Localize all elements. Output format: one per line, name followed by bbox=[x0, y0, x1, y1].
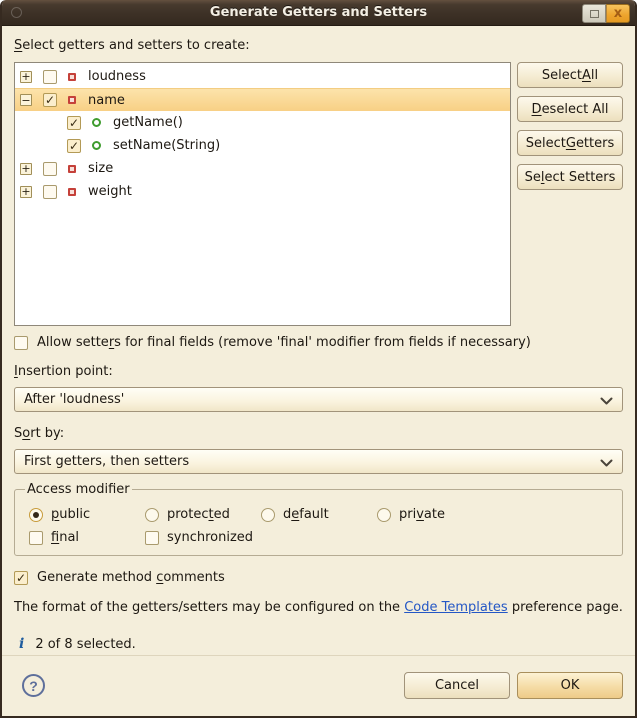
window-menu-icon[interactable] bbox=[11, 7, 22, 18]
radio-label: protected bbox=[167, 507, 230, 522]
radio-button-icon[interactable] bbox=[145, 508, 159, 522]
select-all-button[interactable]: Select All bbox=[517, 62, 623, 88]
maximize-icon bbox=[590, 10, 599, 18]
main-row: + loudness − ✓ name ✓ getName() bbox=[14, 62, 623, 326]
ok-button[interactable]: OK bbox=[517, 672, 623, 699]
tree-row-setname[interactable]: ✓ setName(String) bbox=[15, 134, 510, 157]
button-bar-separator bbox=[2, 655, 635, 656]
private-field-icon bbox=[68, 73, 76, 81]
generate-getters-setters-dialog: Generate Getters and Setters x Select ge… bbox=[0, 0, 637, 718]
checkbox-label: synchronized bbox=[167, 530, 253, 545]
tree-row-loudness[interactable]: + loudness bbox=[15, 65, 510, 88]
chevron-down-icon bbox=[600, 457, 613, 472]
tree-row-label: name bbox=[88, 93, 125, 108]
tree-row-weight[interactable]: + weight bbox=[15, 180, 510, 203]
final-checkbox-item[interactable]: final bbox=[29, 530, 145, 545]
sort-by-value: First getters, then setters bbox=[24, 454, 189, 469]
public-method-icon bbox=[92, 118, 101, 127]
tree-row-label: size bbox=[88, 161, 113, 176]
dialog-content: Select getters and setters to create: + … bbox=[2, 26, 635, 714]
synchronized-checkbox[interactable] bbox=[145, 531, 159, 545]
insertion-point-combo[interactable]: After 'loudness' bbox=[14, 387, 623, 412]
allow-setters-label: Allow setters for final fields (remove '… bbox=[37, 335, 531, 350]
radio-private[interactable]: private bbox=[377, 507, 445, 522]
titlebar: Generate Getters and Setters x bbox=[2, 0, 635, 26]
radio-button-icon[interactable] bbox=[261, 508, 275, 522]
radio-label: private bbox=[399, 507, 445, 522]
select-getters-button[interactable]: Select Getters bbox=[517, 130, 623, 156]
format-hint-prefix: The format of the getters/setters may be… bbox=[14, 600, 404, 615]
tree-row-label: loudness bbox=[88, 69, 146, 84]
side-button-column: Select All Deselect All Select Getters S… bbox=[517, 62, 623, 326]
insertion-point-value: After 'loudness' bbox=[24, 392, 124, 407]
collapse-icon[interactable]: − bbox=[20, 94, 32, 106]
loudness-checkbox[interactable] bbox=[43, 70, 57, 84]
close-icon: x bbox=[614, 7, 622, 20]
weight-checkbox[interactable] bbox=[43, 185, 57, 199]
radio-row: public protected default private bbox=[29, 507, 608, 522]
close-button[interactable]: x bbox=[606, 4, 630, 23]
radio-label: public bbox=[51, 507, 90, 522]
getname-checkbox[interactable]: ✓ bbox=[67, 116, 81, 130]
private-field-icon bbox=[68, 188, 76, 196]
tree-row-getname[interactable]: ✓ getName() bbox=[15, 111, 510, 134]
modifier-checkbox-row: final synchronized bbox=[29, 530, 608, 545]
radio-button-icon[interactable] bbox=[29, 508, 43, 522]
code-templates-link[interactable]: Code Templates bbox=[404, 600, 508, 615]
generate-comments-row[interactable]: ✓ Generate method comments bbox=[14, 570, 623, 585]
radio-button-icon[interactable] bbox=[377, 508, 391, 522]
allow-setters-row[interactable]: Allow setters for final fields (remove '… bbox=[14, 335, 623, 350]
cancel-button[interactable]: Cancel bbox=[404, 672, 510, 699]
help-button[interactable]: ? bbox=[22, 674, 45, 697]
name-checkbox[interactable]: ✓ bbox=[43, 93, 57, 107]
radio-default[interactable]: default bbox=[261, 507, 377, 522]
tree-row-name[interactable]: − ✓ name bbox=[15, 88, 510, 111]
deselect-all-button[interactable]: Deselect All bbox=[517, 96, 623, 122]
sort-by-label: Sort by: bbox=[14, 426, 623, 441]
status-text: 2 of 8 selected. bbox=[35, 637, 135, 652]
tree-row-label: setName(String) bbox=[113, 138, 220, 153]
synchronized-checkbox-item[interactable]: synchronized bbox=[145, 530, 253, 545]
size-checkbox[interactable] bbox=[43, 162, 57, 176]
setname-checkbox[interactable]: ✓ bbox=[67, 139, 81, 153]
button-bar: ? Cancel OK bbox=[14, 672, 623, 699]
chevron-down-icon bbox=[600, 395, 613, 410]
maximize-button[interactable] bbox=[582, 4, 606, 23]
allow-setters-checkbox[interactable] bbox=[14, 336, 28, 350]
select-setters-button[interactable]: Select Setters bbox=[517, 164, 623, 190]
generate-comments-checkbox[interactable]: ✓ bbox=[14, 571, 28, 585]
sort-by-combo[interactable]: First getters, then setters bbox=[14, 449, 623, 474]
expand-icon[interactable]: + bbox=[20, 186, 32, 198]
select-prompt-label: Select getters and setters to create: bbox=[14, 38, 623, 53]
radio-label: default bbox=[283, 507, 329, 522]
format-hint-text: The format of the getters/setters may be… bbox=[14, 600, 623, 615]
private-field-icon bbox=[68, 165, 76, 173]
window-title: Generate Getters and Setters bbox=[210, 5, 427, 20]
expand-icon[interactable]: + bbox=[20, 163, 32, 175]
info-icon: i bbox=[19, 636, 24, 652]
checkbox-label: final bbox=[51, 530, 79, 545]
member-tree[interactable]: + loudness − ✓ name ✓ getName() bbox=[14, 62, 511, 326]
tree-row-size[interactable]: + size bbox=[15, 157, 510, 180]
insertion-point-label: Insertion point: bbox=[14, 364, 623, 379]
access-modifier-group: Access modifier public protected default… bbox=[14, 482, 623, 556]
format-hint-suffix: preference page. bbox=[508, 600, 623, 615]
private-field-icon bbox=[68, 96, 76, 104]
access-modifier-legend: Access modifier bbox=[25, 482, 132, 497]
tree-row-label: getName() bbox=[113, 115, 183, 130]
radio-public[interactable]: public bbox=[29, 507, 145, 522]
window-controls: x bbox=[582, 4, 630, 23]
radio-protected[interactable]: protected bbox=[145, 507, 261, 522]
expand-icon[interactable]: + bbox=[20, 71, 32, 83]
status-row: i 2 of 8 selected. bbox=[19, 636, 623, 652]
generate-comments-label: Generate method comments bbox=[37, 570, 225, 585]
final-checkbox[interactable] bbox=[29, 531, 43, 545]
tree-row-label: weight bbox=[88, 184, 132, 199]
public-method-icon bbox=[92, 141, 101, 150]
